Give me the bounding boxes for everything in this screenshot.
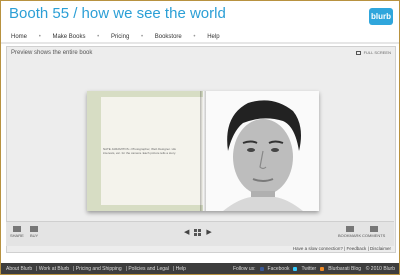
blog-icon[interactable] (320, 267, 325, 271)
buy-button[interactable]: BUY (30, 226, 38, 238)
preview-note: Preview shows the entire book (11, 50, 93, 56)
disclaimer-link[interactable]: Disclaimer (370, 246, 391, 251)
left-page-text: NATE JARAMITOS • Photographer, Web Desig… (103, 147, 176, 155)
facebook-link[interactable]: Facebook (268, 266, 290, 272)
bookmark-button[interactable]: BOOKMARK (338, 226, 361, 238)
nav-home[interactable]: Home (11, 34, 27, 40)
nav-pricing[interactable]: Pricing (111, 34, 129, 40)
viewer-toolbar: SHARE BUY ◀ ▶ BOOKMARK COMMENTS (6, 221, 394, 246)
page-navigation: ◀ ▶ (184, 228, 212, 236)
share-icon (12, 226, 21, 232)
nav-separator: • (38, 34, 41, 40)
book-spine (200, 91, 206, 211)
feedback-link[interactable]: Feedback (347, 246, 367, 251)
footer-link-about[interactable]: About Blurb (6, 266, 32, 272)
copyright: © 2010 Blurb (365, 266, 395, 272)
fullscreen-icon (355, 50, 361, 55)
slow-connection-link[interactable]: Have a slow connection? (293, 246, 343, 251)
buy-label: BUY (30, 233, 39, 238)
nav-bookstore[interactable]: Bookstore (155, 34, 182, 40)
nav-make-books[interactable]: Make Books (52, 34, 85, 40)
footer-link-help[interactable]: Help (176, 266, 186, 272)
blog-link[interactable]: Blurbarati Blog (328, 266, 361, 272)
share-button[interactable]: SHARE (10, 226, 24, 238)
connection-links: Have a slow connection? | Feedback | Dis… (292, 246, 391, 251)
footer: About Blurb | Work at Blurb | Pricing and … (1, 263, 399, 274)
twitter-icon[interactable] (293, 267, 298, 271)
footer-links: About Blurb | Work at Blurb | Pricing and … (6, 266, 186, 272)
comments-icon (369, 226, 378, 232)
bookmark-label: BOOKMARK (338, 233, 362, 238)
footer-link-work[interactable]: Work at Blurb (39, 266, 69, 272)
social-links: Follow us: Facebook Twitter Blurbarati B… (233, 266, 361, 272)
next-page-icon[interactable]: ▶ (206, 228, 211, 236)
follow-us-label: Follow us: (233, 266, 256, 272)
page-title: Booth 55 / how we see the world (9, 5, 226, 22)
nav-help[interactable]: Help (207, 34, 219, 40)
bookmark-icon (345, 226, 354, 232)
nav-separator: • (193, 34, 196, 40)
page-frame: Booth 55 / how we see the world blurb Ho… (0, 0, 400, 275)
book-left-page: NATE JARAMITOS • Photographer, Web Desig… (87, 91, 203, 211)
fullscreen-label: FULL SCREEN (363, 50, 391, 55)
comments-button[interactable]: COMMENTS (362, 226, 385, 238)
header: Booth 55 / how we see the world blurb Ho… (1, 1, 399, 46)
open-book[interactable]: NATE JARAMITOS • Photographer, Web Desig… (87, 91, 319, 211)
twitter-link[interactable]: Twitter (301, 266, 316, 272)
grid-view-icon[interactable] (194, 228, 202, 236)
facebook-icon[interactable] (259, 267, 264, 271)
cart-icon (30, 226, 39, 232)
nav-separator: • (97, 34, 100, 40)
share-label: SHARE (10, 233, 24, 238)
main-nav: Home • Make Books • Pricing • Bookstore … (11, 34, 230, 40)
footer-link-pricing[interactable]: Pricing and Shipping (76, 266, 122, 272)
blurb-logo[interactable]: blurb (369, 8, 393, 25)
footer-link-policies[interactable]: Policies and Legal (128, 266, 169, 272)
nav-divider (1, 42, 399, 44)
comments-label: COMMENTS (362, 233, 386, 238)
book-right-page (203, 91, 319, 211)
previous-page-icon[interactable]: ◀ (184, 228, 189, 236)
nav-separator: • (140, 34, 144, 40)
fullscreen-button[interactable]: FULL SCREEN (355, 50, 391, 55)
portrait-photo (203, 91, 319, 211)
